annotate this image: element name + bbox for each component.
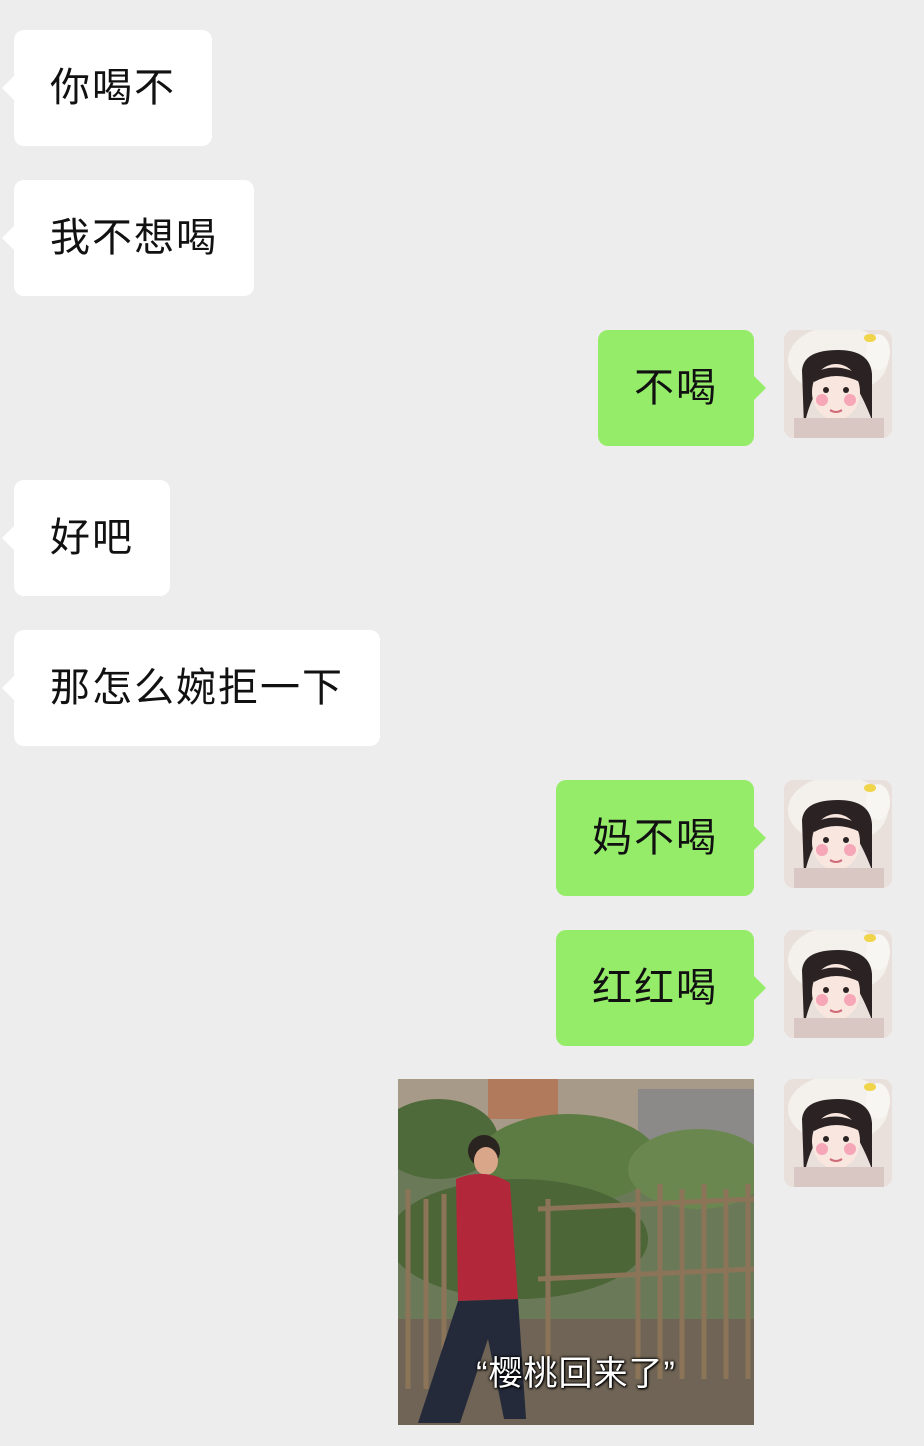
outgoing-message-bubble[interactable]: 妈不喝 bbox=[556, 780, 766, 896]
girl-with-bunny-hat-avatar-icon bbox=[784, 1079, 892, 1187]
outgoing-message-bubble[interactable]: 红红喝 bbox=[556, 930, 766, 1046]
user-avatar[interactable] bbox=[784, 1079, 892, 1187]
incoming-message-bubble[interactable]: 那怎么婉拒一下 bbox=[2, 630, 380, 746]
user-avatar[interactable] bbox=[784, 330, 892, 438]
chat-message-list[interactable]: 你喝不 我不想喝 不喝 好吧 那怎么婉拒一下 妈不喝 红红喝 “樱桃回来了” bbox=[0, 0, 924, 1446]
outgoing-message-bubble[interactable]: 不喝 bbox=[598, 330, 766, 446]
incoming-message-bubble[interactable]: 我不想喝 bbox=[2, 180, 254, 296]
incoming-message-bubble[interactable]: 你喝不 bbox=[2, 30, 212, 146]
girl-with-bunny-hat-avatar-icon bbox=[784, 330, 892, 438]
image-message[interactable]: “樱桃回来了” bbox=[398, 1079, 754, 1425]
image-caption: “樱桃回来了” bbox=[476, 1355, 676, 1393]
girl-with-bunny-hat-avatar-icon bbox=[784, 930, 892, 1038]
user-avatar[interactable] bbox=[784, 780, 892, 888]
incoming-message-bubble[interactable]: 好吧 bbox=[2, 480, 170, 596]
user-avatar[interactable] bbox=[784, 930, 892, 1038]
girl-with-bunny-hat-avatar-icon bbox=[784, 780, 892, 888]
